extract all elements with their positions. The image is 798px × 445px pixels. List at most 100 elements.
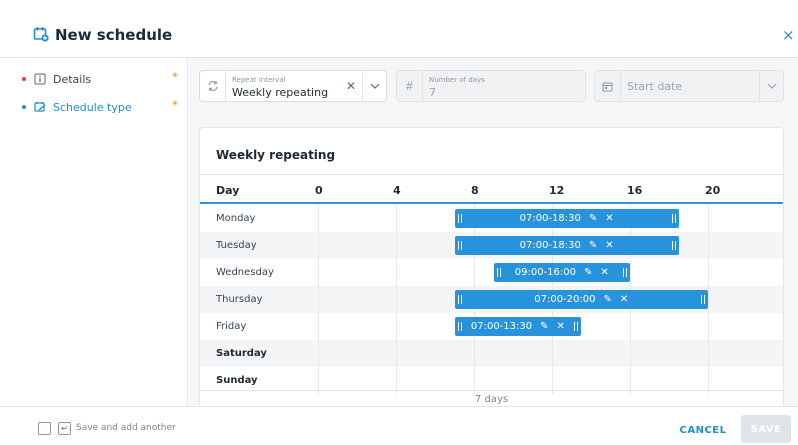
table-row: Saturday [200,340,783,367]
resize-handle-right[interactable] [671,214,676,223]
info-box-icon [34,73,46,85]
sidebar-item-label: Details [53,72,92,86]
hour-label: 8 [471,184,479,197]
edit-icon[interactable]: ✎ [589,213,597,224]
required-marker: * [172,70,178,84]
sidebar-item-details[interactable]: Details * [22,70,182,88]
hour-label: 4 [393,184,401,197]
grid-line [708,259,709,286]
schedule-card: Weekly repeating Day 0 4 8 12 16 20 Monday 07:… [199,127,784,408]
hash-icon: # [397,71,423,101]
number-of-days-value: 7 [429,86,436,99]
time-range-bar[interactable]: 07:00-18:30 ✎ ✕ [454,209,679,228]
grid-line [318,340,319,367]
day-name: Saturday [216,348,267,359]
time-range-content: 07:00-13:30 ✎ ✕ [455,317,582,336]
grid-line [708,313,709,340]
grid-line [630,259,631,286]
resize-handle-right[interactable] [671,241,676,250]
clear-icon[interactable]: ✕ [346,79,356,93]
cancel-button[interactable]: CANCEL [673,420,733,440]
main-content: Repeat interval Weekly repeating ✕ # Num… [189,58,798,408]
grid-line [396,313,397,340]
schedule-header: Day 0 4 8 12 16 20 [200,174,783,204]
time-range-label: 07:00-13:30 [470,321,533,332]
time-range-label: 07:00-18:30 [519,213,581,224]
sidebar: Details * Schedule type * [0,58,188,406]
day-name: Wednesday [216,267,274,278]
hour-label: 16 [627,184,643,197]
edit-icon[interactable]: ✎ [589,240,597,251]
chevron-down-icon [759,71,783,101]
grid-line [396,259,397,286]
grid-line [396,205,397,232]
grid-line [318,205,319,232]
grid-line [396,286,397,313]
calendar-edit-icon [34,102,46,112]
edit-icon[interactable]: ✎ [540,321,548,332]
schedule-title: Weekly repeating [216,148,336,162]
time-range-content: 09:00-16:00 ✎ ✕ [494,263,631,282]
calendar-icon [595,71,621,101]
time-range-bar[interactable]: 07:00-13:30 ✎ ✕ [454,317,582,336]
delete-icon[interactable]: ✕ [600,267,608,278]
delete-icon[interactable]: ✕ [605,213,613,224]
table-row: Friday 07:00-13:30 ✎ ✕ [200,313,783,340]
grid-line [396,232,397,259]
grid-line [630,313,631,340]
time-range-label: 07:00-18:30 [519,240,581,251]
grid-line [318,313,319,340]
start-date-placeholder: Start date [627,80,683,93]
resize-handle-right[interactable] [701,295,705,304]
day-column-header: Day [216,184,240,197]
day-name: Tuesday [216,240,257,251]
grid-line [318,286,319,313]
sidebar-item-schedule-type[interactable]: Schedule type * [22,98,182,116]
required-marker: * [172,98,178,112]
time-range-content: 07:00-20:00 ✎ ✕ [455,290,709,309]
calendar-add-icon [33,27,49,42]
grid-line [630,340,631,367]
grid-line [318,232,319,259]
dialog-footer: ↵ Save and add another CANCEL SAVE [0,406,798,445]
day-name: Sunday [216,375,258,386]
new-schedule-dialog: New schedule × Details * Schedule type * [0,0,798,445]
close-icon[interactable]: × [782,26,795,44]
hour-label: 0 [315,184,323,197]
chevron-down-icon[interactable] [362,71,386,101]
day-name: Monday [216,213,256,224]
table-row: Monday 07:00-18:30 ✎ ✕ [200,205,783,232]
repeat-interval-value: Weekly repeating [232,86,329,99]
time-range-label: 07:00-20:00 [534,294,596,305]
grid-line [396,340,397,367]
time-range-bar[interactable]: 07:00-18:30 ✎ ✕ [454,236,679,255]
grid-line [708,232,709,259]
delete-icon[interactable]: ✕ [620,294,628,305]
time-range-content: 07:00-18:30 ✎ ✕ [455,209,679,228]
grid-line [708,205,709,232]
save-and-add-another-checkbox[interactable] [38,422,51,435]
time-range-bar[interactable]: 07:00-20:00 ✎ ✕ [454,290,709,309]
enter-key-icon: ↵ [58,422,71,435]
delete-icon[interactable]: ✕ [557,321,565,332]
save-button[interactable]: SAVE [741,415,791,443]
number-of-days-label: Number of days [429,76,485,84]
edit-icon[interactable]: ✎ [584,267,592,278]
table-row: Thursday 07:00-20:00 ✎ ✕ [200,286,783,313]
edit-icon[interactable]: ✎ [603,294,611,305]
repeat-interval-select[interactable]: Repeat interval Weekly repeating ✕ [199,70,387,102]
table-row: Tuesday 07:00-18:30 ✎ ✕ [200,232,783,259]
time-range-bar[interactable]: 09:00-16:00 ✎ ✕ [493,263,631,282]
active-dot-icon [22,105,26,109]
grid-line [708,286,709,313]
resize-handle-right[interactable] [574,322,579,331]
resize-handle-right[interactable] [623,268,627,277]
delete-icon[interactable]: ✕ [605,240,613,251]
dialog-title: New schedule [55,26,173,44]
error-dot-icon [22,77,26,81]
number-of-days-field: # Number of days 7 [396,70,586,102]
hour-label: 20 [705,184,721,197]
day-name: Thursday [216,294,263,305]
start-date-field: Start date [594,70,784,102]
repeat-icon [200,71,226,101]
